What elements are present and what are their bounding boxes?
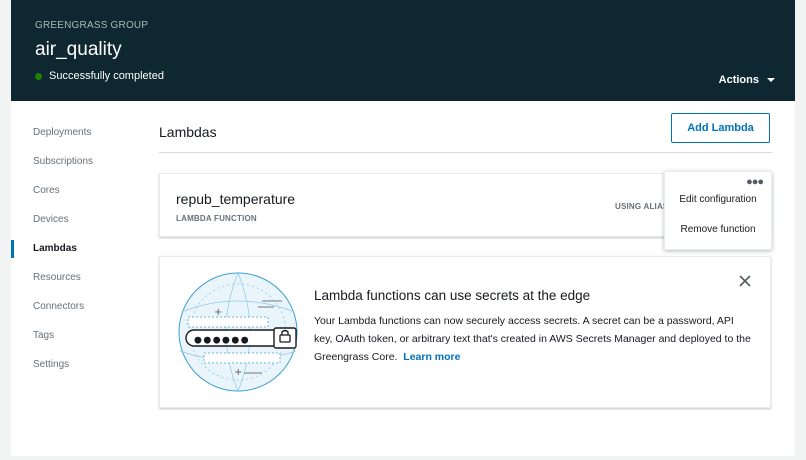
section-divider — [159, 152, 772, 153]
actions-dropdown-button[interactable]: Actions — [719, 74, 775, 86]
actions-label: Actions — [718, 74, 759, 86]
lambda-name[interactable]: repub_temperature — [176, 191, 295, 207]
sidebar-item-tags[interactable]: Tags — [11, 321, 141, 350]
status-text: Successfully completed — [49, 70, 164, 82]
lambda-actions-menu: ●●● Edit configuration Remove function — [664, 171, 772, 250]
svg-text:+: + — [234, 367, 242, 378]
menu-item-edit-configuration[interactable]: Edit configuration — [665, 194, 771, 205]
info-title: Lambda functions can use secrets at the … — [314, 288, 591, 303]
lambda-alias-label: USING ALIAS — [615, 202, 669, 211]
menu-item-remove-function[interactable]: Remove function — [665, 224, 771, 235]
password-dots: ●●●●●● — [194, 336, 250, 346]
sidebar-item-resources[interactable]: Resources — [11, 263, 141, 292]
sidebar-item-deployments[interactable]: Deployments — [11, 118, 141, 147]
page-header: GREENGRASS GROUP air_quality Successfull… — [11, 0, 795, 101]
success-status-icon — [35, 72, 42, 80]
group-name: air_quality — [35, 39, 122, 60]
section-title: Lambdas — [159, 124, 217, 140]
sidebar-item-devices[interactable]: Devices — [11, 205, 141, 234]
learn-more-link[interactable]: Learn more — [403, 351, 460, 363]
lambda-type-label: LAMBDA FUNCTION — [176, 214, 257, 223]
info-body: Your Lambda functions can now securely a… — [314, 312, 754, 366]
console-frame: GREENGRASS GROUP air_quality Successfull… — [11, 0, 795, 456]
ellipsis-icon[interactable]: ●●● — [746, 176, 764, 188]
info-body-text: Your Lambda functions can now securely a… — [314, 315, 751, 363]
sidebar-item-connectors[interactable]: Connectors — [11, 292, 141, 321]
close-icon[interactable] — [739, 275, 751, 287]
caret-down-icon — [767, 78, 775, 82]
secrets-info-card: + + ●●●●●● Lambda functions can use secr… — [159, 256, 771, 408]
sidebar-nav: Deployments Subscriptions Cores Devices … — [11, 118, 141, 379]
sidebar-item-settings[interactable]: Settings — [11, 350, 141, 379]
svg-text:+: + — [214, 307, 222, 318]
secrets-illustration: + + ●●●●●● — [178, 272, 298, 392]
sidebar-item-cores[interactable]: Cores — [11, 176, 141, 205]
add-lambda-button[interactable]: Add Lambda — [671, 113, 770, 143]
sidebar-item-subscriptions[interactable]: Subscriptions — [11, 147, 141, 176]
status-indicator: Successfully completed — [35, 69, 164, 83]
sidebar-item-lambdas[interactable]: Lambdas — [11, 234, 141, 263]
group-label: GREENGRASS GROUP — [35, 20, 149, 31]
